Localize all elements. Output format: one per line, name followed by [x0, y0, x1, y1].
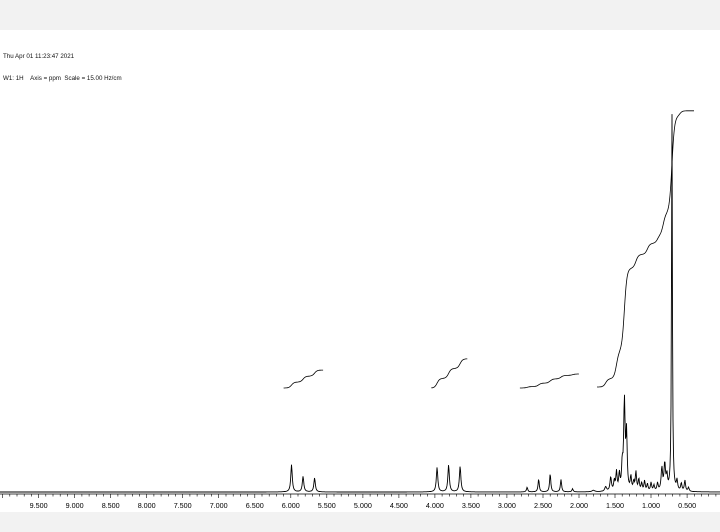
ppm-axis: 9.500 9.000 8.500 8.000 7.500 7.000 6.500 6.000… — [0, 493, 720, 510]
tick-label: 5.500 — [318, 501, 336, 510]
integral-curves — [283, 110, 694, 389]
tick-label: 8.000 — [138, 501, 156, 510]
tick-label: 1.500 — [606, 501, 624, 510]
integral-curve — [283, 369, 324, 389]
nmr-spectrum-plot: 9.500 9.000 8.500 8.000 7.500 7.000 6.500 6.000… — [0, 110, 720, 510]
integral-curve — [431, 358, 468, 389]
tick-label: 3.000 — [498, 501, 516, 510]
spectrum-trace — [0, 114, 720, 493]
tick-label: 9.500 — [30, 501, 48, 510]
tick-label: 6.500 — [246, 501, 264, 510]
tick-label: 0.500 — [678, 501, 696, 510]
tick-label: 2.000 — [570, 501, 588, 510]
tick-label: 7.000 — [210, 501, 228, 510]
tick-label: 3.500 — [462, 501, 480, 510]
tick-label: 4.500 — [390, 501, 408, 510]
tick-label: 4.000 — [426, 501, 444, 510]
tick-label: 1.000 — [642, 501, 660, 510]
integral-curve — [519, 373, 579, 389]
tick-label: 6.000 — [282, 501, 300, 510]
tick-label: 8.500 — [102, 501, 120, 510]
tick-label: 9.000 — [66, 501, 84, 510]
spectrum-trace-group — [0, 114, 720, 493]
integral-curve — [597, 110, 694, 388]
tick-label: 5.000 — [354, 501, 372, 510]
tick-label: 7.500 — [174, 501, 192, 510]
tick-label: 2.500 — [534, 501, 552, 510]
